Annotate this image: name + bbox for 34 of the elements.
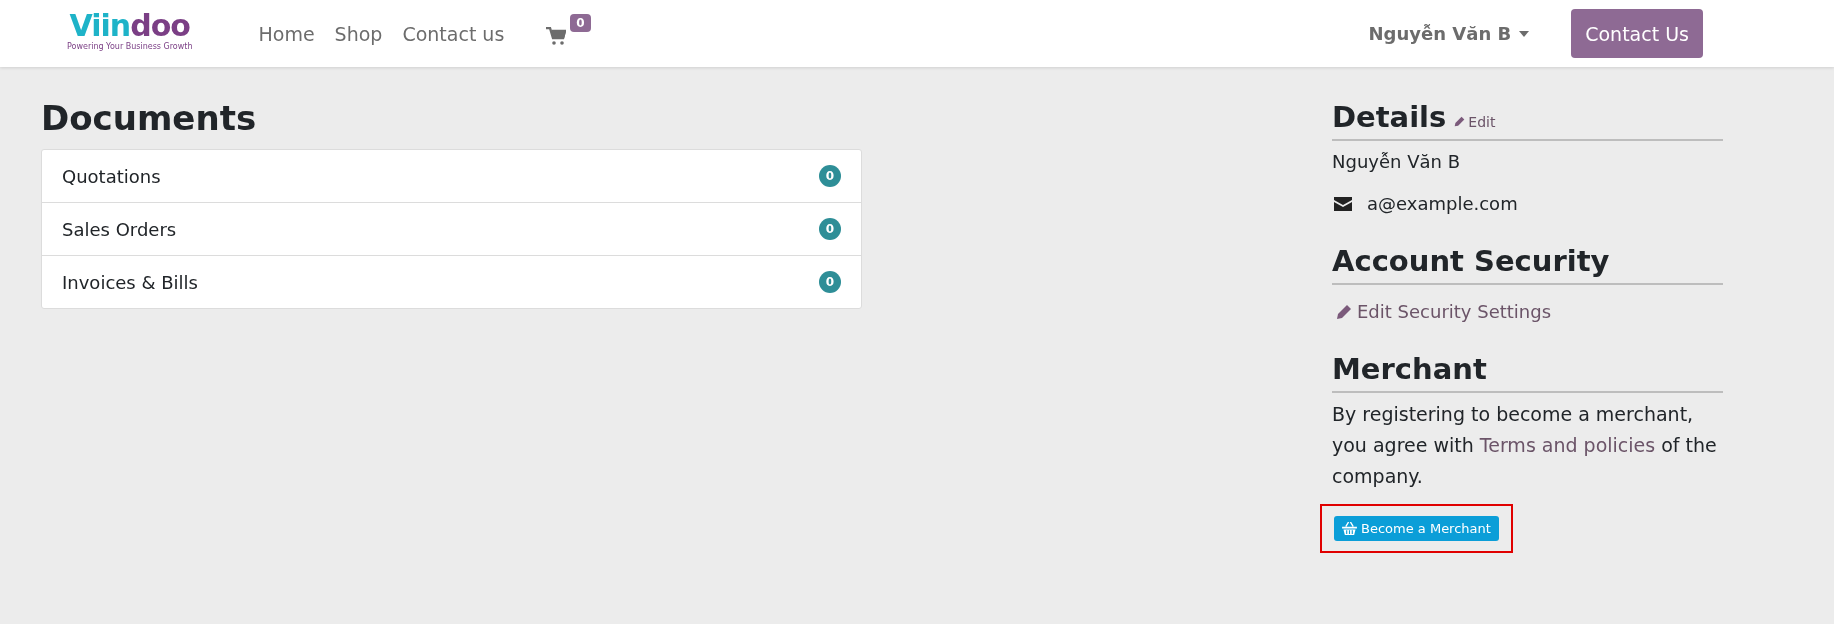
become-merchant-button[interactable]: Become a Merchant: [1334, 516, 1499, 541]
documents-heading: Documents: [41, 97, 258, 139]
document-label: Quotations: [62, 165, 161, 187]
count-badge: 0: [819, 165, 841, 187]
contact-us-button[interactable]: Contact Us: [1571, 9, 1703, 58]
merchant-terms-text: By registering to become a merchant, you agree with Terms and policies of the company.: [1332, 402, 1718, 489]
terms-and-policies-link[interactable]: Terms and policies: [1479, 434, 1656, 456]
edit-security-settings-link[interactable]: Edit Security Settings: [1332, 297, 1723, 327]
basket-icon: [1342, 522, 1357, 535]
logo-tagline: Powering Your Business Growth: [67, 41, 193, 51]
document-label: Sales Orders: [62, 218, 177, 240]
count-badge: 0: [819, 271, 841, 293]
account-security-heading: Account Security: [1332, 243, 1610, 280]
document-list-item[interactable]: Sales Orders 0: [42, 202, 861, 255]
pencil-icon: [1454, 116, 1466, 127]
nav-link[interactable]: Home: [258, 22, 315, 45]
document-label: Invoices & Bills: [62, 271, 198, 293]
document-list-item[interactable]: Invoices & Bills 0: [42, 255, 861, 308]
nav-link[interactable]: Contact us: [402, 22, 505, 45]
cart-count-badge: 0: [570, 13, 591, 32]
envelope-icon: [1334, 197, 1352, 211]
user-menu[interactable]: Nguyễn Văn B: [1368, 23, 1530, 44]
pencil-icon: [1336, 304, 1352, 320]
edit-link[interactable]: Edit: [1454, 113, 1496, 130]
logo-wordmark-part[interactable]: doo: [130, 7, 190, 43]
cart-icon[interactable]: [546, 26, 567, 45]
document-list-item[interactable]: Quotations 0: [42, 150, 861, 202]
details-heading: Details: [1332, 99, 1447, 136]
customer-name: Nguyễn Văn B: [1332, 150, 1461, 174]
caret-icon: [1519, 30, 1530, 37]
count-badge: 0: [819, 218, 841, 240]
merchant-heading: Merchant: [1332, 351, 1487, 388]
nav-link[interactable]: Shop: [334, 22, 383, 45]
email-text: a@example.com: [1367, 192, 1518, 216]
